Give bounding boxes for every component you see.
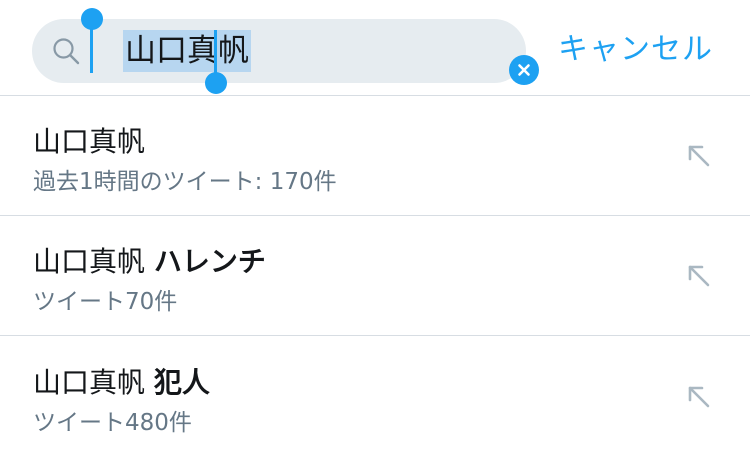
suggestion-term: 山口真帆 <box>33 366 146 399</box>
suggestion-subtitle: ツイート480件 <box>33 410 192 436</box>
suggestion-title: 山口真帆 <box>33 120 145 160</box>
search-screen: 山口真帆 キャンセル 山口真帆 過去1時間のツイート: 170件 山口真帆 ハレ… <box>0 0 750 457</box>
arrow-up-left-icon[interactable] <box>686 263 712 289</box>
suggestion-item[interactable]: 山口真帆 過去1時間のツイート: 170件 <box>0 96 750 216</box>
suggestion-subtitle: 過去1時間のツイート: 170件 <box>33 169 337 195</box>
suggestion-item[interactable]: 山口真帆 ハレンチ ツイート70件 <box>0 216 750 336</box>
arrow-up-left-icon[interactable] <box>686 143 712 169</box>
arrow-up-left-icon[interactable] <box>686 384 712 410</box>
suggestion-title: 山口真帆 犯人 <box>33 361 210 401</box>
suggestion-subtitle: ツイート70件 <box>33 289 178 315</box>
suggestion-extra-term: ハレンチ <box>153 245 266 278</box>
clear-button[interactable] <box>509 55 539 85</box>
suggestion-term: 山口真帆 <box>33 125 146 158</box>
suggestion-term: 山口真帆 <box>33 245 146 278</box>
cancel-button[interactable]: キャンセル <box>558 28 713 72</box>
search-query-wrap[interactable]: 山口真帆 <box>123 30 251 72</box>
selection-end-handle[interactable] <box>205 72 227 94</box>
selection-start-handle[interactable] <box>81 8 103 30</box>
search-icon <box>52 37 80 65</box>
suggestion-title: 山口真帆 ハレンチ <box>33 240 266 280</box>
suggestion-item[interactable]: 山口真帆 犯人 ツイート480件 <box>0 337 750 457</box>
suggestion-extra-term: 犯人 <box>153 366 210 399</box>
search-query-text[interactable]: 山口真帆 <box>123 30 251 72</box>
search-header: 山口真帆 キャンセル <box>0 0 750 96</box>
search-input[interactable]: 山口真帆 <box>32 19 539 85</box>
clear-icon <box>509 55 539 85</box>
